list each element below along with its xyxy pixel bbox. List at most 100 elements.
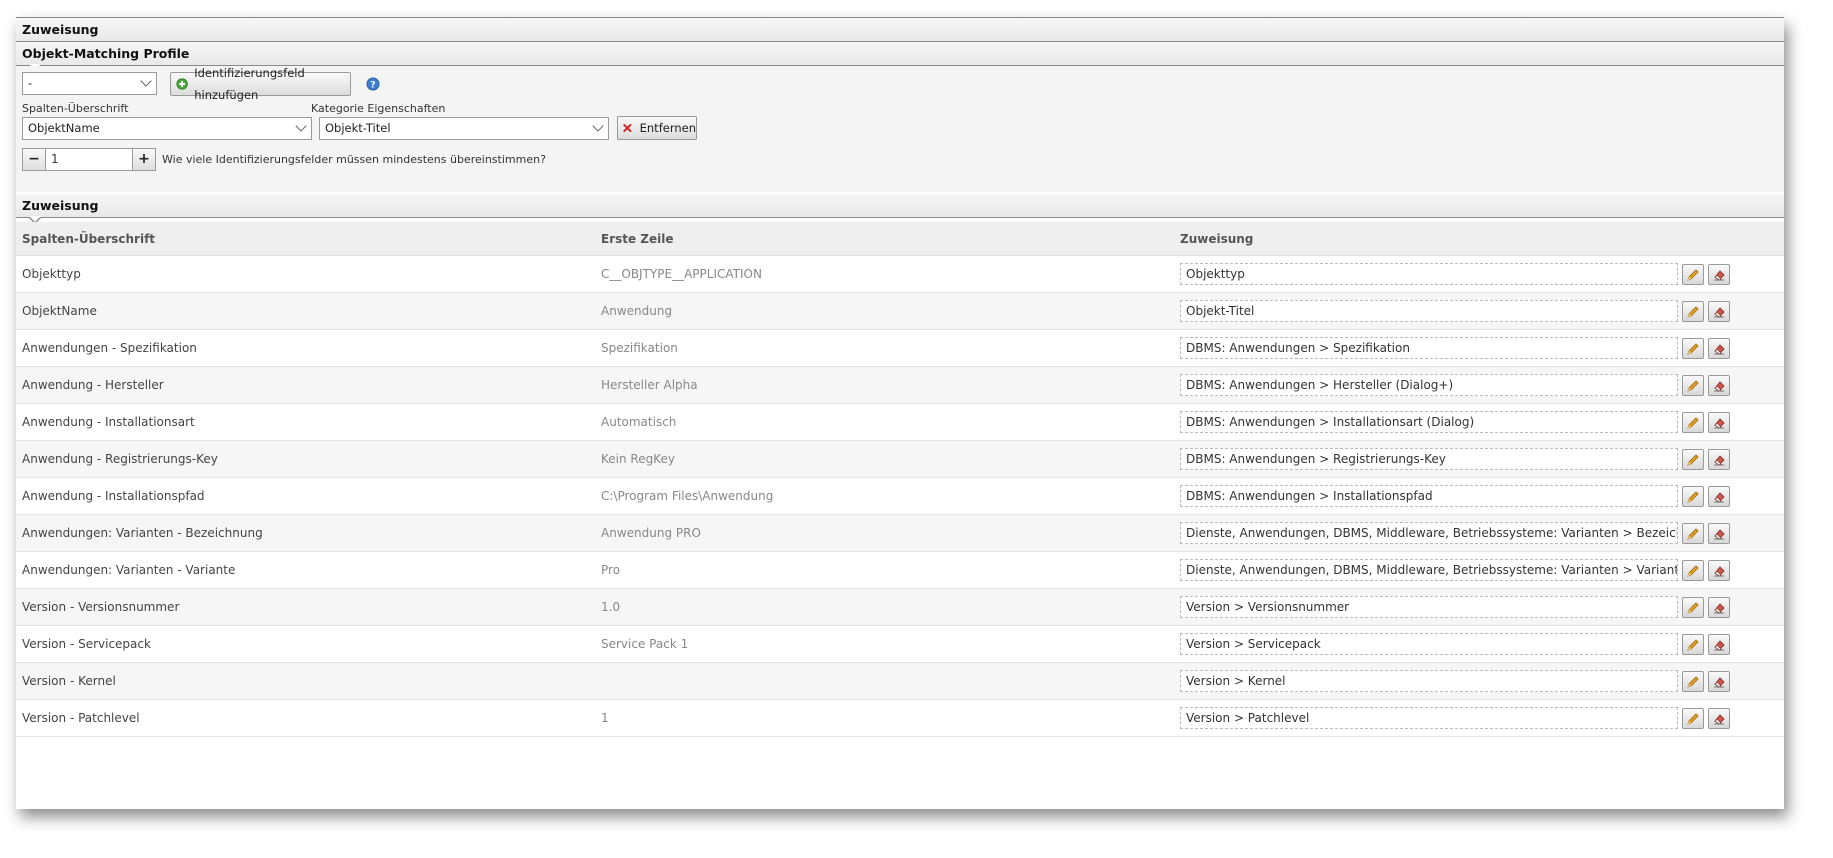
row-first-value: C__OBJTYPE__APPLICATION [595, 255, 1174, 293]
clear-button[interactable] [1708, 374, 1730, 396]
row-column-heading: Anwendung - Installationspfad [16, 477, 595, 515]
row-assignment-cell: DBMS: Anwendungen > Installationspfad [1174, 477, 1784, 515]
assignment-field[interactable]: DBMS: Anwendungen > Spezifikation [1180, 337, 1678, 359]
row-first-value: Pro [595, 551, 1174, 589]
row-assignment-cell: Dienste, Anwendungen, DBMS, Middleware, … [1174, 551, 1784, 589]
assignment-field[interactable]: DBMS: Anwendungen > Hersteller (Dialog+) [1180, 374, 1678, 396]
assignment-field[interactable]: Version > Versionsnummer [1180, 596, 1678, 618]
edit-button[interactable] [1682, 559, 1704, 581]
assignment-field[interactable]: Objekt-Titel [1180, 300, 1678, 322]
red-x-icon [623, 123, 632, 133]
pencil-icon [1687, 379, 1699, 392]
edit-button[interactable] [1682, 707, 1704, 729]
category-select-value: Objekt-Titel [325, 121, 391, 135]
section-title-top: Zuweisung [22, 22, 99, 37]
clear-button[interactable] [1708, 411, 1730, 433]
row-first-value: Spezifikation [595, 329, 1174, 367]
assignment-field[interactable]: DBMS: Anwendungen > Registrierungs-Key [1180, 448, 1678, 470]
eraser-icon [1714, 565, 1725, 577]
eraser-icon [1714, 491, 1725, 503]
help-icon[interactable]: ? [366, 77, 380, 91]
clear-button[interactable] [1708, 670, 1730, 692]
eraser-icon [1714, 343, 1725, 355]
edit-button[interactable] [1682, 337, 1704, 359]
clear-button[interactable] [1708, 596, 1730, 618]
match-count-input[interactable]: 1 [45, 148, 133, 171]
row-column-heading: Anwendung - Hersteller [16, 366, 595, 404]
eraser-icon [1714, 713, 1725, 725]
profile-select-value: - [28, 76, 33, 90]
edit-button[interactable] [1682, 448, 1704, 470]
decrement-button[interactable]: − [22, 148, 46, 171]
row-assignment-cell: Objekttyp [1174, 255, 1784, 293]
assignment-field[interactable]: Dienste, Anwendungen, DBMS, Middleware, … [1180, 522, 1678, 544]
eraser-icon [1714, 306, 1725, 318]
pencil-icon [1687, 490, 1699, 503]
assignment-field[interactable]: DBMS: Anwendungen > Installationspfad [1180, 485, 1678, 507]
pencil-icon [1687, 342, 1699, 355]
edit-button[interactable] [1682, 485, 1704, 507]
edit-button[interactable] [1682, 263, 1704, 285]
table-row: Version - Versionsnummer 1.0 Version > Ver… [16, 588, 1784, 626]
match-count-stepper: − 1 + [22, 148, 156, 171]
pencil-icon [1687, 416, 1699, 429]
column-select-value: ObjektName [28, 121, 100, 135]
assignment-field[interactable]: Version > Servicepack [1180, 633, 1678, 655]
section-header-top: Zuweisung [16, 18, 1784, 42]
profile-select[interactable]: - [22, 72, 157, 95]
row-assignment-cell: Version > Servicepack [1174, 625, 1784, 663]
row-first-value: Anwendung PRO [595, 514, 1174, 552]
column-header-first-row: Erste Zeile [595, 222, 1174, 256]
pencil-icon [1687, 601, 1699, 614]
profile-area: - Identifizierungsfeld hinzufügen ? Spal… [16, 66, 1784, 192]
table-row: Anwendung - Registrierungs-Key Kein RegKe… [16, 440, 1784, 478]
clear-button[interactable] [1708, 300, 1730, 322]
clear-button[interactable] [1708, 559, 1730, 581]
table-row: Anwendung - Hersteller Hersteller Alpha DB… [16, 366, 1784, 404]
assignment-field[interactable]: DBMS: Anwendungen > Installationsart (Di… [1180, 411, 1678, 433]
edit-button[interactable] [1682, 522, 1704, 544]
table-row: Anwendung - Installationspfad C:\Program … [16, 477, 1784, 515]
category-select[interactable]: Objekt-Titel [319, 117, 609, 140]
pencil-icon [1687, 268, 1699, 281]
clear-button[interactable] [1708, 633, 1730, 655]
edit-button[interactable] [1682, 300, 1704, 322]
clear-button[interactable] [1708, 707, 1730, 729]
add-identification-field-button[interactable]: Identifizierungsfeld hinzufügen [170, 66, 351, 102]
row-first-value: Hersteller Alpha [595, 366, 1174, 404]
clear-button[interactable] [1708, 263, 1730, 285]
remove-button[interactable]: Entfernen [617, 116, 697, 140]
clear-button[interactable] [1708, 485, 1730, 507]
eraser-icon [1714, 380, 1725, 392]
assignment-field[interactable]: Objekttyp [1180, 263, 1678, 285]
pencil-icon [1687, 453, 1699, 466]
pencil-icon [1687, 675, 1699, 688]
column-heading-label: Spalten-Überschrift [22, 102, 129, 115]
increment-button[interactable]: + [132, 148, 156, 171]
table-row: Version - Patchlevel 1 Version > Patchleve… [16, 699, 1784, 737]
edit-button[interactable] [1682, 670, 1704, 692]
clear-button[interactable] [1708, 337, 1730, 359]
row-column-heading: Version - Servicepack [16, 625, 595, 663]
edit-button[interactable] [1682, 596, 1704, 618]
clear-button[interactable] [1708, 522, 1730, 544]
edit-button[interactable] [1682, 374, 1704, 396]
chevron-down-icon [140, 75, 152, 87]
assignment-field[interactable]: Version > Patchlevel [1180, 707, 1678, 729]
assignment-field[interactable]: Dienste, Anwendungen, DBMS, Middleware, … [1180, 559, 1678, 581]
table-header-row: Spalten-Überschrift Erste Zeile Zuweisun… [16, 222, 1784, 256]
table-row: Objekttyp C__OBJTYPE__APPLICATION Objektty… [16, 255, 1784, 293]
column-select[interactable]: ObjektName [22, 117, 312, 140]
pencil-icon [1687, 638, 1699, 651]
section-title-assignment: Zuweisung [22, 198, 99, 213]
eraser-icon [1714, 417, 1725, 429]
edit-button[interactable] [1682, 411, 1704, 433]
table-row: Version - Servicepack Service Pack 1 Versi… [16, 625, 1784, 663]
row-column-heading: Anwendungen - Spezifikation [16, 329, 595, 367]
clear-button[interactable] [1708, 448, 1730, 470]
pencil-icon [1687, 712, 1699, 725]
edit-button[interactable] [1682, 633, 1704, 655]
table-row: ObjektName Anwendung Objekt-Titel [16, 292, 1784, 330]
assignment-field[interactable]: Version > Kernel [1180, 670, 1678, 692]
table-row: Anwendungen - Spezifikation Spezifikation… [16, 329, 1784, 367]
